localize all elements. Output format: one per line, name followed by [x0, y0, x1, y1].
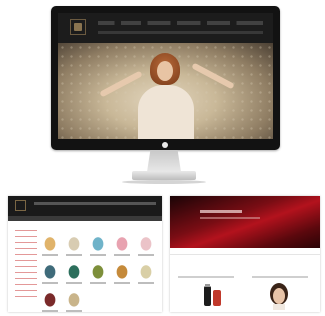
product-label: [114, 282, 130, 284]
thumbnail-header: [8, 196, 162, 216]
product-thumbnail[interactable]: [42, 262, 58, 280]
product-thumbnail[interactable]: [42, 290, 58, 308]
product-thumbnail[interactable]: [42, 234, 58, 252]
monitor-stand-shadow: [122, 180, 206, 184]
banner-subheading: [200, 217, 260, 219]
product-label: [138, 254, 154, 256]
product-thumbnail[interactable]: [114, 262, 130, 280]
product-page-thumbnail: [8, 196, 162, 312]
product-thumbnail[interactable]: [90, 262, 106, 280]
product-thumbnail[interactable]: [138, 234, 154, 252]
product-thumbnail[interactable]: [66, 234, 82, 252]
landing-page-thumbnail: [170, 196, 320, 312]
monitor-mockup: [51, 6, 280, 150]
product-label: [42, 310, 58, 312]
thumbnail-logo: [15, 200, 26, 211]
product-label: [114, 254, 130, 256]
product-label: [42, 254, 58, 256]
product-thumbnail[interactable]: [138, 262, 154, 280]
site-subnav-bar: [98, 31, 263, 34]
thumbnail-sidebar-links: [15, 230, 37, 302]
hero-model-face: [157, 61, 173, 81]
product-thumbnail[interactable]: [90, 234, 106, 252]
landing-product-image: [198, 282, 228, 308]
product-label: [66, 282, 82, 284]
landing-nav-bar: [170, 248, 320, 255]
product-label: [66, 310, 82, 312]
product-thumbnail[interactable]: [114, 234, 130, 252]
product-label: [42, 282, 58, 284]
monitor-screen: [58, 13, 273, 139]
landing-model-image: [264, 282, 294, 310]
monitor-stand-neck: [147, 150, 181, 172]
landing-text-line: [178, 276, 234, 278]
hero-image: [58, 43, 273, 139]
banner-heading: [200, 210, 242, 213]
hero-model-dress: [138, 85, 194, 139]
product-label: [66, 254, 82, 256]
product-label: [90, 254, 106, 256]
site-logo: [70, 19, 86, 35]
red-banner: [170, 196, 320, 248]
product-label: [90, 282, 106, 284]
product-thumbnail[interactable]: [66, 262, 82, 280]
monitor-stand-base: [132, 171, 196, 180]
landing-text-line: [252, 276, 308, 278]
site-nav-bar: [98, 21, 263, 25]
product-label: [138, 282, 154, 284]
apple-logo-icon: [162, 142, 168, 148]
site-header: [58, 13, 273, 43]
product-thumbnail[interactable]: [66, 290, 82, 308]
thumbnail-nav-bar: [34, 202, 156, 205]
thumbnail-subbar: [8, 216, 162, 221]
